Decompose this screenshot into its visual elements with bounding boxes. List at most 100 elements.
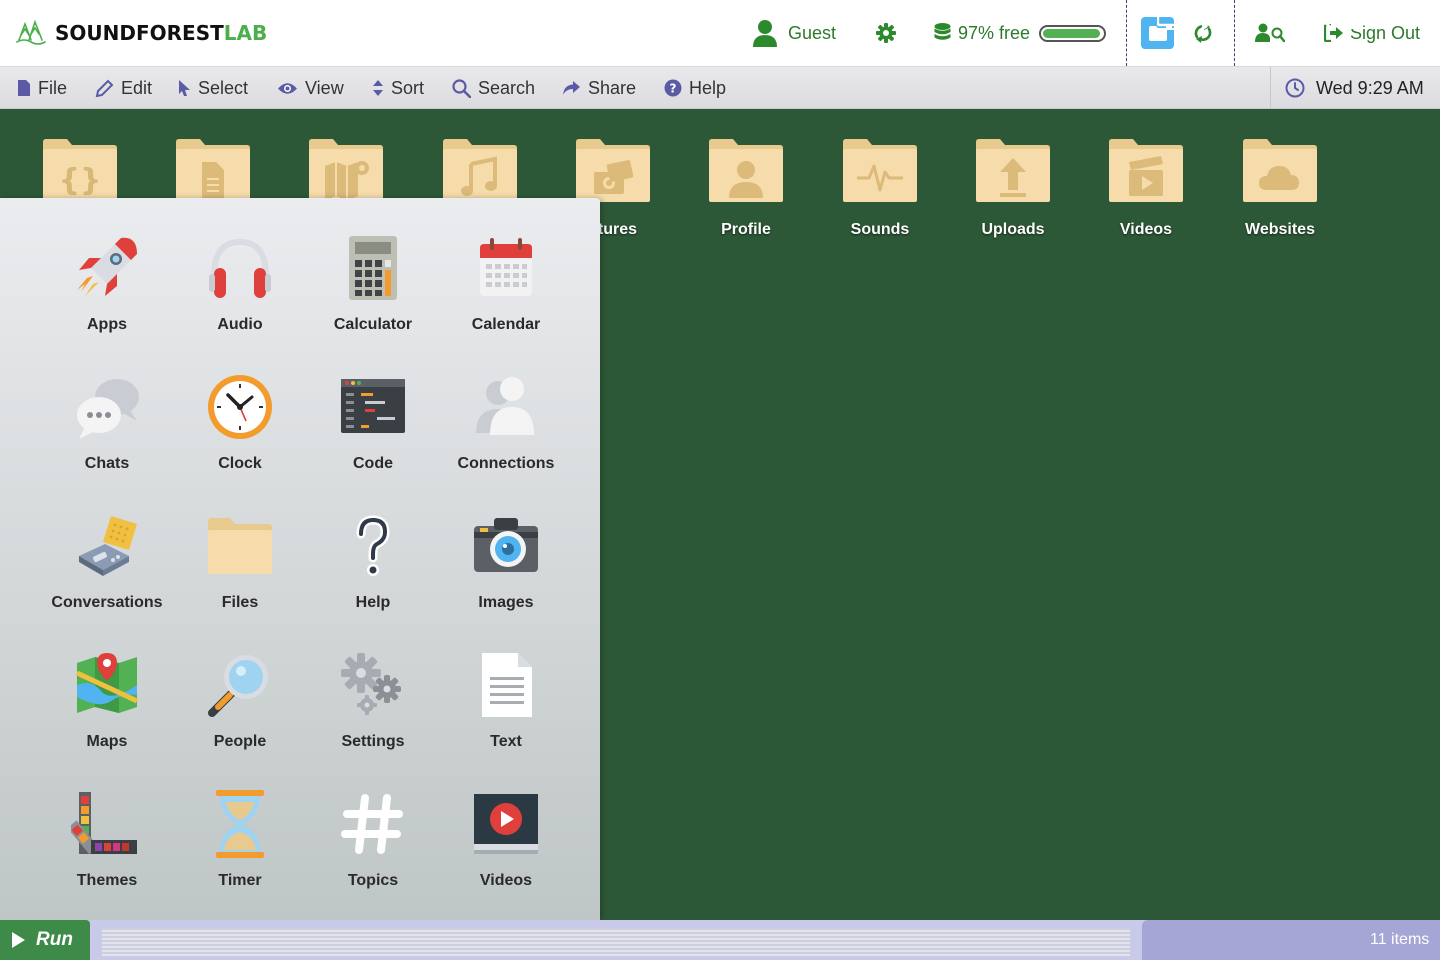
menu-file[interactable]: File — [17, 67, 67, 109]
header-divider — [1126, 0, 1127, 66]
code-folder-icon: {} — [43, 139, 117, 202]
app-conversations[interactable]: Conversations — [42, 510, 172, 612]
display-button[interactable] — [1156, 9, 1182, 35]
app-clock[interactable]: Clock — [175, 371, 305, 473]
monitor-icon — [1156, 9, 1182, 30]
clock-icon — [1285, 78, 1305, 98]
music-folder-icon — [443, 139, 517, 202]
gears-icon — [341, 653, 401, 715]
communicator-icon — [79, 516, 137, 576]
app-chats[interactable]: Chats — [42, 371, 172, 473]
settings-button[interactable] — [876, 0, 896, 66]
menu-share[interactable]: Share — [562, 67, 636, 109]
app-label: Connections — [457, 455, 555, 472]
folder-label: Sounds — [850, 221, 910, 238]
menu-edit[interactable]: Edit — [95, 67, 152, 109]
svg-text:?: ? — [670, 82, 677, 96]
app-videos[interactable]: Videos — [441, 788, 571, 890]
menu-help[interactable]: ? Help — [664, 67, 726, 109]
hashtag-icon — [341, 794, 403, 854]
app-images[interactable]: Images — [441, 510, 571, 612]
headphones-icon — [209, 238, 271, 298]
database-icon — [934, 23, 951, 40]
desktop-folder[interactable]: Profile — [691, 138, 801, 239]
desktop-folder[interactable]: Uploads — [958, 138, 1068, 239]
app-label: Calculator — [333, 316, 413, 333]
app-files[interactable]: Files — [175, 510, 305, 612]
app-people[interactable]: People — [175, 649, 305, 751]
zoom-button[interactable] — [1313, 10, 1334, 35]
guest-user-button[interactable]: Guest — [752, 0, 836, 66]
app-label: Audio — [217, 316, 263, 333]
task-list[interactable] — [102, 928, 1130, 956]
folder-label: Profile — [721, 221, 771, 238]
app-label: People — [213, 733, 267, 750]
sign-out-button[interactable]: Sign Out — [1324, 0, 1420, 66]
app-calendar[interactable]: Calendar — [441, 232, 571, 334]
folder-label: Videos — [1119, 221, 1173, 238]
app-label: Clock — [218, 455, 262, 472]
text-document-icon — [482, 653, 532, 717]
menu-view[interactable]: View — [277, 67, 344, 109]
app-label: Maps — [86, 733, 128, 750]
paint-button[interactable] — [1199, 8, 1220, 35]
contrast-button[interactable] — [1236, 10, 1256, 35]
app-code[interactable]: Code — [308, 371, 438, 473]
menu-share-label: Share — [588, 77, 637, 98]
app-connections[interactable]: Connections — [441, 371, 571, 473]
menu-view-label: View — [305, 77, 344, 98]
search-icon — [452, 78, 471, 98]
map-icon — [75, 653, 139, 713]
app-topics[interactable]: Topics — [308, 788, 438, 890]
desktop-folder[interactable]: Sounds — [825, 138, 935, 239]
app-text[interactable]: Text — [441, 649, 571, 751]
app-label: Topics — [347, 872, 399, 889]
app-settings[interactable]: Settings — [308, 649, 438, 751]
app-calculator[interactable]: Calculator — [308, 232, 438, 334]
app-label: Themes — [76, 872, 138, 889]
calendar-icon — [480, 238, 532, 296]
gear-icon — [876, 23, 896, 43]
app-audio[interactable]: Audio — [175, 232, 305, 334]
items-file-icon-wrap — [1349, 10, 1364, 35]
brush-icon — [1200, 8, 1220, 30]
app-label: Help — [355, 594, 391, 611]
menu-select-label: Select — [198, 77, 249, 98]
sounds-folder-icon — [843, 139, 917, 202]
map-folder-icon — [309, 139, 383, 202]
eye-icon — [278, 82, 297, 94]
user-icon — [753, 20, 777, 47]
app-label: Timer — [218, 872, 262, 889]
contrast-icon — [1236, 10, 1256, 30]
storage-meter-fill — [1043, 28, 1101, 38]
volume-button[interactable] — [1271, 10, 1297, 35]
run-button[interactable]: Run — [0, 920, 90, 960]
app-label: Calendar — [471, 316, 541, 333]
app-maps[interactable]: Maps — [42, 649, 172, 751]
pictures-folder-icon — [576, 139, 650, 202]
folder-label: Websites — [1245, 221, 1315, 238]
app-apps[interactable]: Apps — [42, 232, 172, 334]
storage-meter — [1039, 24, 1107, 42]
app-themes[interactable]: Themes — [42, 788, 172, 890]
menu-sort[interactable]: Sort — [372, 67, 424, 109]
app-timer[interactable]: Timer — [175, 788, 305, 890]
logo[interactable]: SOUNDFORESTLAB — [16, 20, 267, 46]
storage-indicator[interactable]: 97% free — [934, 0, 1107, 66]
share-icon — [563, 81, 580, 95]
menu-select[interactable]: Select — [178, 67, 248, 109]
video-player-icon — [474, 794, 538, 854]
menu-search[interactable]: Search — [452, 67, 535, 109]
menu-help-label: Help — [689, 77, 727, 98]
app-label: Files — [221, 594, 259, 611]
menu-edit-label: Edit — [121, 77, 153, 98]
file-icon — [1350, 11, 1363, 29]
app-label: Chats — [84, 455, 130, 472]
system-clock[interactable]: Wed 9:29 AM — [1270, 67, 1440, 109]
uploads-folder-icon — [976, 139, 1050, 202]
desktop-folder[interactable]: Websites — [1225, 138, 1335, 239]
app-help[interactable]: Help — [308, 510, 438, 612]
desktop-folder[interactable]: Videos — [1091, 138, 1201, 239]
app-label: Apps — [87, 316, 127, 333]
item-count: 11 items — [1370, 931, 1430, 948]
